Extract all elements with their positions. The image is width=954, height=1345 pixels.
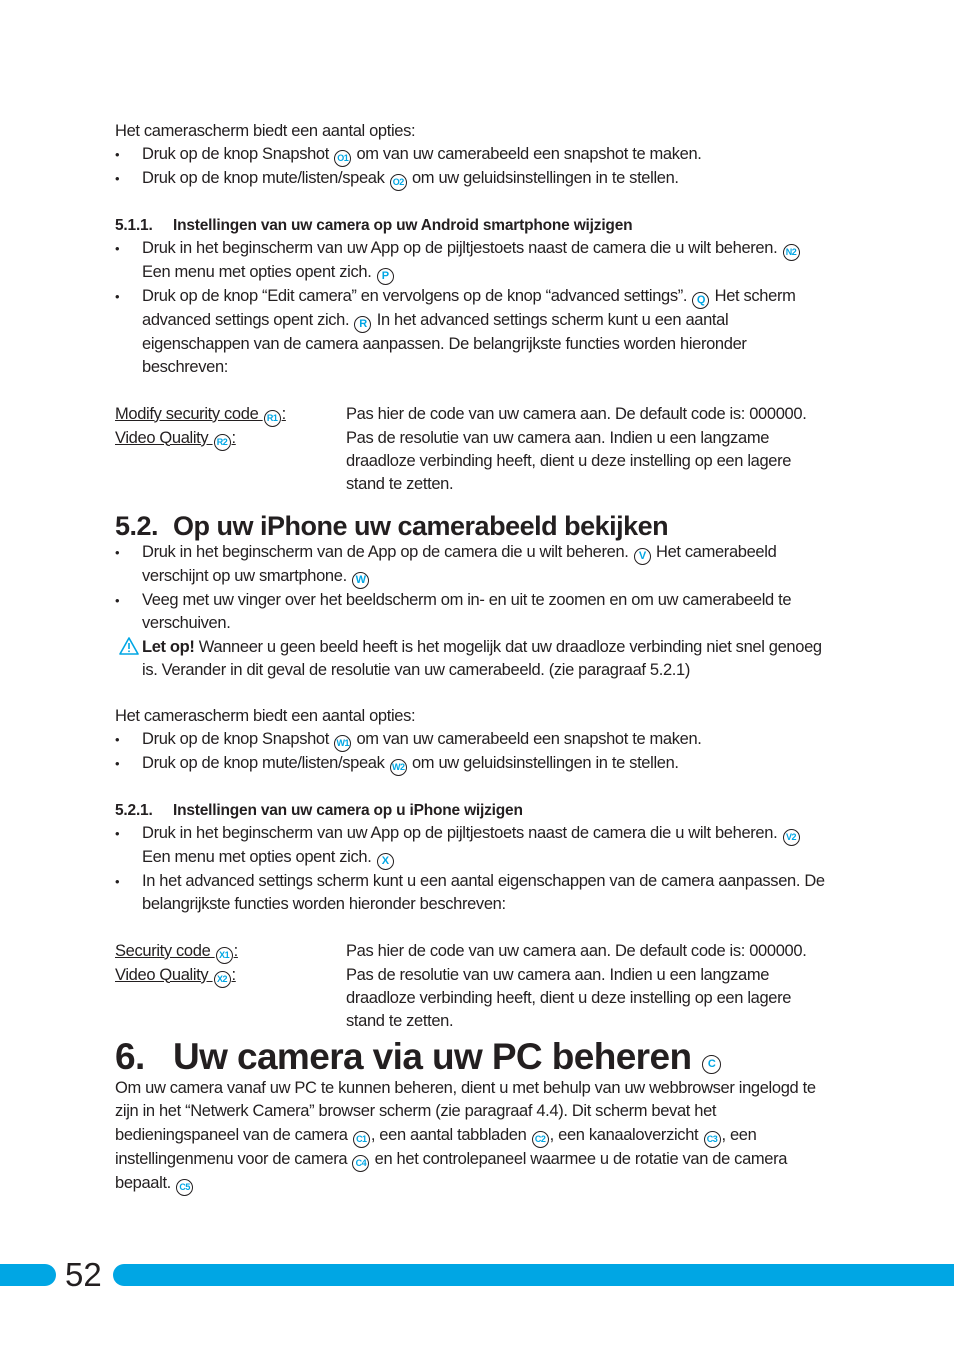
callout-badge: N2 [782,244,800,262]
options-intro: Het camerascherm biedt een aantal opties… [115,707,416,726]
callout-badge: C4 [352,1154,370,1172]
definition-term: Modify security code R1: [115,403,346,427]
callout-badge: R2 [213,433,231,451]
callout-badge: W1 [334,735,352,753]
callout-badge: O2 [389,174,407,192]
callout-badge: O1 [334,150,352,168]
definition-description: Pas hier de code van uw camera aan. De d… [346,404,807,423]
callout-badge: C2 [531,1130,549,1148]
list-item: Druk in het beginscherm van de App op de… [115,541,830,590]
definition-description: Pas de resolutie van uw camera aan. Indi… [346,965,792,1031]
page-content: Het camerascherm biedt een aantal opties… [115,120,830,1196]
list-item: Veeg met uw vinger over het beeldscherm … [115,589,830,635]
chapter-paragraph: Om uw camera vanaf uw PC te kunnen beher… [115,1077,830,1196]
list-item: In het advanced settings scherm kunt u e… [115,870,830,916]
callout-badge: R [354,316,372,334]
list-item: Druk in het beginscherm van uw App op de… [115,822,830,871]
section-heading-5-2: 5.2. Op uw iPhone uw camerabeeld bekijken [115,511,669,542]
definition-term: Video Quality X2: [115,964,346,1034]
callout-badge: C3 [703,1130,721,1148]
definition-term: Video Quality R2: [115,427,346,497]
list-item: Druk op de knop mute/listen/speak W2 om … [115,752,830,777]
list-item: Druk in het beginscherm van uw App op de… [115,237,830,286]
section-heading-5-2-1: 5.2.1. Instellingen van uw camera op u iP… [115,802,523,820]
definition-row: Video Quality R2: Pas de resolutie van u… [115,427,830,497]
page-number: 52 [65,1256,102,1293]
callout-badge: C [702,1055,722,1075]
definition-row: Modify security code R1: Pas hier de cod… [115,403,830,427]
callout-badge: P [376,268,394,286]
footer-bar-right [113,1264,954,1286]
options-intro: Het camerascherm biedt een aantal opties… [115,122,416,140]
callout-badge: X2 [213,970,231,988]
list-item: Druk op de knop Snapshot O1 om van uw ca… [115,143,830,168]
callout-badge: C1 [352,1130,370,1148]
callout-badge: C5 [176,1178,194,1196]
list-item: Druk op de knop mute/listen/speak O2 om … [115,167,830,192]
definition-row: Security code X1: Pas hier de code van u… [115,940,830,964]
callout-badge: Q [692,292,710,310]
definition-row: Video Quality X2: Pas de resolutie van u… [115,964,830,1034]
callout-badge: R1 [263,409,281,427]
chapter-heading-6: 6. Uw camera via uw PC beheren C [115,1037,830,1077]
warning-icon [119,636,139,662]
definition-description: Pas de resolutie van uw camera aan. Indi… [346,428,792,494]
callout-badge: V2 [782,829,800,847]
callout-badge: X1 [215,946,233,964]
callout-badge: V [633,548,651,566]
warning-note: Let op! Wanneer u geen beeld heeft is he… [115,636,830,682]
warning-label: Let op! [142,637,195,656]
list-item: Druk op de knop Snapshot W1 om van uw ca… [115,728,830,753]
section-heading-5-1-1: 5.1.1. Instellingen van uw camera op uw A… [115,217,633,235]
list-item: Druk op de knop “Edit camera” en vervolg… [115,285,830,379]
footer-bar-left [0,1264,56,1286]
definition-description: Pas hier de code van uw camera aan. De d… [346,941,807,960]
definition-term: Security code X1: [115,940,346,964]
callout-badge: W2 [389,759,407,777]
callout-badge: X [376,853,394,871]
callout-badge: W [352,572,370,590]
